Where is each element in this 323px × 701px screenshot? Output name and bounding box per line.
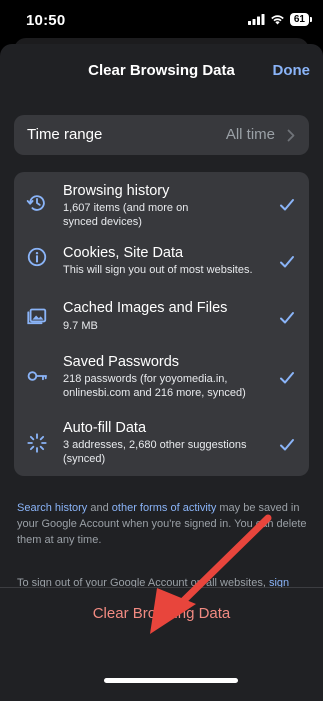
time-range-value: All time xyxy=(225,126,275,143)
checkmark-icon xyxy=(280,372,294,384)
item-subtitle: 218 passwords (for yoyomedia.in, onlines… xyxy=(63,373,246,399)
checkmark-icon xyxy=(280,199,294,211)
checkmark-icon xyxy=(280,256,294,268)
key-icon xyxy=(27,371,48,381)
item-title: Browsing history xyxy=(63,183,170,199)
home-indicator xyxy=(104,678,238,683)
other-activity-link[interactable]: other forms of activity xyxy=(112,502,217,514)
checkmark-icon xyxy=(280,312,294,324)
data-types-list: Browsing history 1,607 items (and more o… xyxy=(14,172,309,476)
item-subtitle: 3 addresses, 2,680 other suggestions (sy… xyxy=(63,439,247,465)
notice-text: and xyxy=(87,502,112,514)
bottom-toolbar: Clear Browsing Data xyxy=(0,587,323,701)
info-icon xyxy=(27,247,47,267)
item-title: Cookies, Site Data xyxy=(63,245,184,261)
item-title: Cached Images and Files xyxy=(63,300,228,316)
item-subtitle: This will sign you out of most websites. xyxy=(63,264,253,276)
battery-icon: 61 xyxy=(289,13,313,26)
list-item-browsing-history[interactable]: Browsing history 1,607 items (and more o… xyxy=(14,172,309,234)
time-range-row[interactable]: Time range All time xyxy=(14,115,309,155)
status-bar: 10:50 61 xyxy=(0,0,323,40)
history-icon xyxy=(26,195,45,211)
signal-icon xyxy=(247,14,265,25)
list-item-autofill[interactable]: Auto-fill Data 3 addresses, 2,680 other … xyxy=(14,410,309,476)
time-range-label: Time range xyxy=(27,126,103,143)
checkmark-icon xyxy=(280,439,294,451)
activity-notice: Search history and other forms of activi… xyxy=(17,500,307,548)
list-item-saved-passwords[interactable]: Saved Passwords 218 passwords (for yoyom… xyxy=(14,344,309,410)
chevron-right-icon xyxy=(287,129,295,142)
autofill-icon xyxy=(27,433,47,453)
status-icons: 61 xyxy=(247,13,313,26)
item-subtitle: 9.7 MB xyxy=(63,320,98,332)
item-title: Auto-fill Data xyxy=(63,420,147,436)
item-title: Saved Passwords xyxy=(63,354,180,370)
search-history-link[interactable]: Search history xyxy=(17,502,87,514)
item-subtitle: 1,607 items (and more on synced devices) xyxy=(63,202,189,228)
list-item-cached-images[interactable]: Cached Images and Files 9.7 MB xyxy=(14,288,309,344)
wifi-icon xyxy=(271,15,284,25)
status-time: 10:50 xyxy=(26,12,66,29)
images-icon xyxy=(27,308,47,325)
clear-browsing-data-button[interactable]: Clear Browsing Data xyxy=(0,605,323,622)
list-item-cookies[interactable]: Cookies, Site Data This will sign you ou… xyxy=(14,234,309,288)
done-button[interactable]: Done xyxy=(273,62,311,79)
